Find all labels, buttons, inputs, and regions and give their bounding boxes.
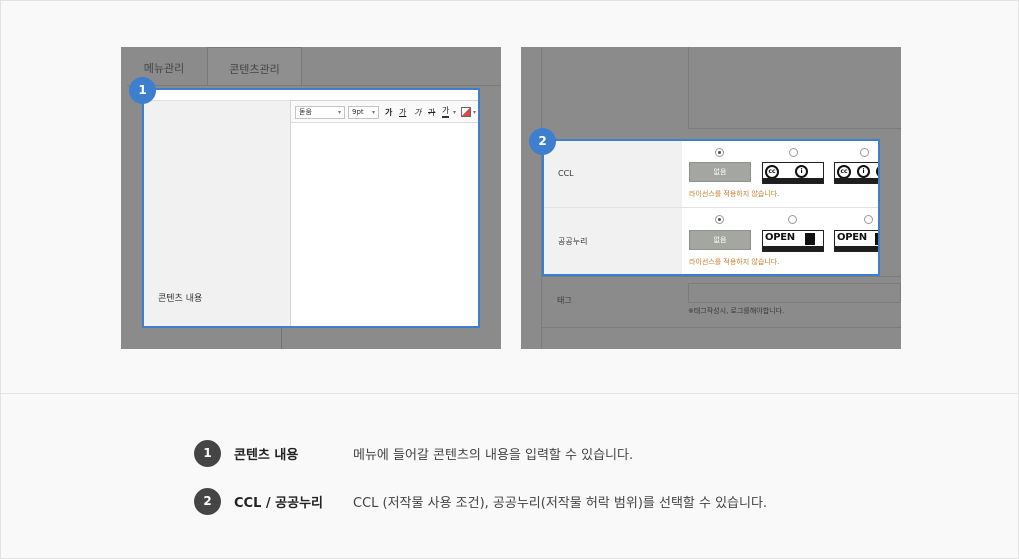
callout-badge-1: 1	[129, 77, 156, 104]
kogl-type2-icon[interactable]: OPEN	[834, 230, 878, 252]
editor-toolbar: 돋움 ▾ 9pt ▾ 가 가 가 가 가 ▾ ▾	[291, 101, 478, 123]
guide-frame: 메뉴관리 콘텐츠관리 콘텐츠 내용 돋움 ▾ 9pt ▾ 가 가 가 가 가 ▾…	[0, 0, 1019, 559]
legend-desc-2: CCL (저작물 사용 조건), 공공누리(저작물 허락 범위)를 선택할 수 …	[353, 496, 768, 511]
ccl-note: 라이선스를 적용하지 않습니다.	[689, 190, 780, 198]
legend-title-2: CCL / 공공누리	[234, 496, 324, 511]
attribution-icon: i	[795, 165, 808, 178]
ccl-radio-by[interactable]	[789, 148, 798, 157]
legend-desc-1: 메뉴에 들어갈 콘텐츠의 내용을 입력할 수 있습니다.	[353, 448, 634, 463]
tab-content-management[interactable]: 콘텐츠관리	[207, 47, 302, 85]
noncommercial-icon: $	[876, 165, 878, 178]
ccl-none-button[interactable]: 없음	[689, 162, 751, 182]
callout-badge-2: 2	[529, 128, 556, 155]
highlight-color-icon[interactable]	[461, 107, 471, 117]
license-settings-screenshot: CCL 없음 cc i cc i $ 라이선스를 적용하지 않습니다.	[521, 47, 901, 349]
tag-label: 태그	[557, 296, 572, 305]
license-bar	[763, 246, 823, 251]
person-icon	[875, 233, 878, 245]
kogl-type1-icon[interactable]: OPEN	[762, 230, 824, 252]
content-body-label: 콘텐츠 내용	[158, 294, 203, 304]
section-divider	[1, 393, 1019, 394]
font-size-value: 9pt	[352, 108, 364, 116]
legend-badge-2: 2	[194, 488, 221, 515]
kogl-label: 공공누리	[558, 237, 588, 246]
chevron-down-icon: ▾	[337, 109, 341, 116]
font-family-value: 돋움	[299, 108, 312, 116]
ccl-radio-none[interactable]	[715, 148, 724, 157]
ccl-row: CCL 없음 cc i cc i $ 라이선스를 적용하지 않습니다.	[544, 141, 878, 208]
ccl-radio-by-nc[interactable]	[860, 148, 869, 157]
tab-divider	[127, 85, 501, 86]
rich-text-editor[interactable]: 돋움 ▾ 9pt ▾ 가 가 가 가 가 ▾ ▾	[290, 100, 478, 326]
cc-icon: cc	[765, 165, 779, 179]
license-bar	[835, 178, 878, 183]
kogl-note: 라이선스를 적용하지 않습니다.	[689, 258, 780, 266]
license-bar	[835, 246, 878, 251]
grid-line	[541, 327, 901, 328]
kogl-radio-type2[interactable]	[864, 215, 873, 224]
bold-button[interactable]: 가	[385, 106, 392, 119]
cc-by-nc-license-icon[interactable]: cc i $	[834, 162, 878, 184]
font-color-button[interactable]: 가	[442, 106, 450, 118]
legend-badge-1: 1	[194, 440, 221, 467]
kogl-row: 공공누리 없음 OPEN OPEN 라이선스를 적용하지 않습니다.	[544, 208, 878, 274]
license-highlight: CCL 없음 cc i cc i $ 라이선스를 적용하지 않습니다.	[542, 139, 880, 276]
grid-line	[541, 276, 901, 277]
underline-button[interactable]: 가	[399, 106, 406, 119]
grid-line	[688, 128, 901, 129]
kogl-radio-type1[interactable]	[788, 215, 797, 224]
italic-button[interactable]: 가	[414, 106, 421, 119]
font-family-select[interactable]: 돋움 ▾	[295, 106, 345, 119]
person-icon	[805, 233, 815, 245]
cc-icon: cc	[837, 165, 851, 179]
chevron-down-icon[interactable]: ▾	[453, 106, 456, 119]
cc-by-license-icon[interactable]: cc i	[762, 162, 824, 184]
strikethrough-button[interactable]: 가	[428, 106, 435, 119]
open-text: OPEN	[765, 232, 795, 243]
chevron-down-icon: ▾	[371, 109, 375, 116]
attribution-icon: i	[857, 165, 870, 178]
kogl-radio-none[interactable]	[715, 215, 724, 224]
content-body-highlight: 콘텐츠 내용 돋움 ▾ 9pt ▾ 가 가 가 가 가 ▾ ▾	[142, 88, 480, 328]
kogl-none-button[interactable]: 없음	[689, 230, 751, 250]
column-divider	[281, 327, 282, 349]
ccl-label: CCL	[558, 169, 574, 178]
grid-line	[688, 47, 689, 129]
tag-note: ※태그작성시, 로그를해야합니다.	[688, 307, 785, 315]
tag-input[interactable]	[688, 283, 901, 303]
chevron-down-icon[interactable]: ▾	[473, 106, 476, 119]
legend-title-1: 콘텐츠 내용	[234, 448, 299, 463]
open-text: OPEN	[837, 232, 867, 243]
font-size-select[interactable]: 9pt ▾	[348, 106, 379, 119]
content-editor-screenshot: 메뉴관리 콘텐츠관리 콘텐츠 내용 돋움 ▾ 9pt ▾ 가 가 가 가 가 ▾…	[121, 47, 501, 349]
license-bar	[763, 178, 823, 183]
